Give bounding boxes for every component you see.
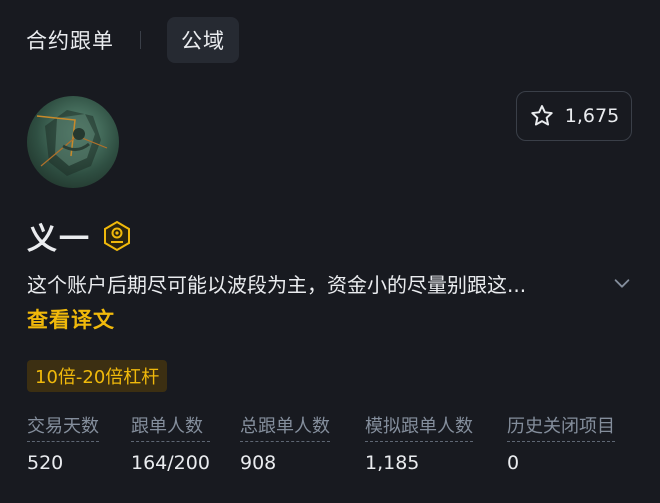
stat-value: 908 <box>240 452 277 474</box>
tab-public[interactable]: 公域 <box>167 17 239 63</box>
stat-total-copiers: 总跟单人数 908 <box>240 412 330 474</box>
trader-name: 义一 <box>27 222 91 257</box>
chevron-down-icon[interactable] <box>611 272 633 294</box>
stat-value: 0 <box>507 452 520 474</box>
trader-bio: 这个账户后期尽可能以波段为主，资金小的尽量别跟这... <box>27 272 527 297</box>
stat-label[interactable]: 跟单人数 <box>131 412 210 442</box>
stats-row: 交易天数 520 跟单人数 164/200 总跟单人数 908 模拟跟单人数 1… <box>27 412 637 482</box>
lead-trader-badge-icon[interactable] <box>101 220 133 252</box>
stat-label[interactable]: 交易天数 <box>27 412 99 442</box>
stat-trading-days: 交易天数 520 <box>27 412 99 474</box>
star-icon <box>531 105 553 126</box>
stat-value: 520 <box>27 452 64 474</box>
view-translation-link[interactable]: 查看译文 <box>27 304 115 334</box>
stat-mock-copiers: 模拟跟单人数 1,185 <box>365 412 473 474</box>
avatar[interactable] <box>27 96 119 188</box>
stat-copiers: 跟单人数 164/200 <box>131 412 210 474</box>
stat-value: 164/200 <box>131 452 210 474</box>
bio-row[interactable]: 这个账户后期尽可能以波段为主，资金小的尽量别跟这... <box>27 266 633 300</box>
stat-value: 1,185 <box>365 452 420 474</box>
stat-label[interactable]: 模拟跟单人数 <box>365 412 473 442</box>
follow-count: 1,675 <box>564 105 620 127</box>
stat-label[interactable]: 历史关闭项目 <box>507 412 615 442</box>
stat-label[interactable]: 总跟单人数 <box>240 412 330 442</box>
top-nav: 合约跟单 公域 <box>26 17 239 63</box>
page-title[interactable]: 合约跟单 <box>26 25 114 55</box>
follow-button[interactable]: 1,675 <box>516 91 632 141</box>
stat-closed-projects: 历史关闭项目 0 <box>507 412 615 474</box>
nav-divider <box>140 31 141 49</box>
trader-name-row: 义一 <box>27 216 133 257</box>
leverage-tag: 10倍-20倍杠杆 <box>27 360 168 392</box>
